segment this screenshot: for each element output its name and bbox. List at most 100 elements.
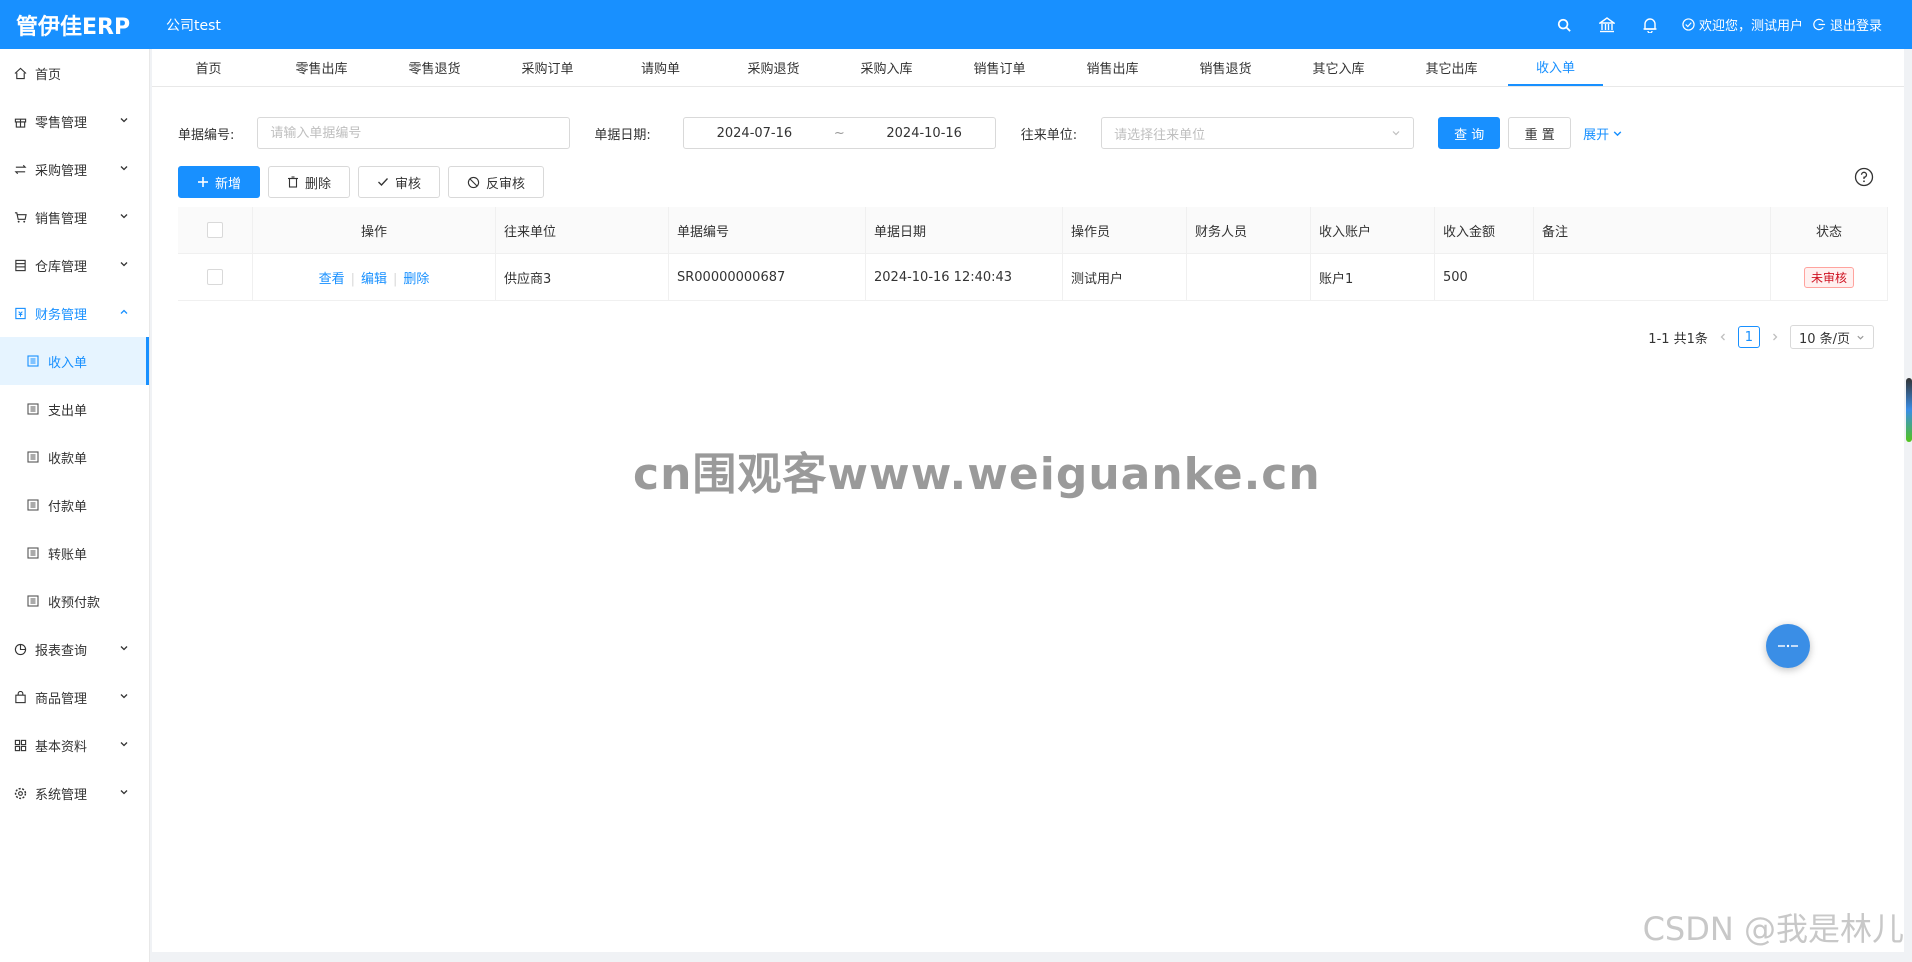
chevron-left-icon[interactable] [1718, 332, 1728, 342]
col-partner: 往来单位 [495, 207, 669, 254]
action-toolbar: 新增 删除 审核 反审核 [178, 166, 544, 198]
page-size-label: 10 条/页 [1798, 331, 1850, 347]
document-icon [25, 353, 41, 369]
tab-purchase-in[interactable]: 采购入库 [830, 49, 943, 86]
trash-icon [287, 176, 298, 188]
tab-retail-return[interactable]: 零售退货 [378, 49, 491, 86]
sidebar-item-finance[interactable]: 财务管理 [0, 289, 149, 337]
date-range-picker[interactable]: 2024-07-16 ~ 2024-10-16 [682, 117, 996, 149]
tab-sales-return[interactable]: 销售退货 [1169, 49, 1282, 86]
row-account: 账户1 [1310, 253, 1435, 301]
tab-retail-out[interactable]: 零售出库 [265, 49, 378, 86]
sidebar-item-products[interactable]: 商品管理 [0, 673, 149, 721]
tab-home[interactable]: 首页 [152, 49, 265, 86]
money-icon [12, 305, 28, 321]
date-separator: ~ [833, 125, 845, 141]
tab-other-out[interactable]: 其它出库 [1395, 49, 1508, 86]
bill-no-input[interactable] [257, 117, 571, 149]
logout-button[interactable]: 退出登录 [1813, 15, 1882, 34]
document-icon [25, 449, 41, 465]
delete-link[interactable]: 删除 [403, 272, 429, 287]
select-all-cell [178, 207, 253, 254]
tab-purchase-order[interactable]: 采购订单 [491, 49, 604, 86]
sidebar-item-purchase[interactable]: 采购管理 [0, 145, 149, 193]
pagination: 1-1 共1条 1 10 条/页 [1648, 325, 1874, 349]
sidebar-item-basic[interactable]: 基本资料 [0, 721, 149, 769]
row-ops-cell: 查看 | 编辑 | 删除 [252, 253, 496, 301]
edit-link[interactable]: 编辑 [361, 272, 387, 287]
sidebar-sub-advance[interactable]: 收预付款 [0, 577, 149, 625]
dots-icon [1778, 644, 1798, 648]
chevron-right-icon[interactable] [1770, 332, 1780, 342]
sidebar-item-label: 系统管理 [35, 787, 88, 803]
income-table: 操作 往来单位 单据编号 单据日期 操作员 财务人员 收入账户 收入金额 备注 … [178, 207, 1888, 301]
sidebar-sub-label: 转账单 [48, 547, 88, 563]
date-end: 2024-10-16 [886, 125, 962, 141]
notification-button[interactable] [1629, 17, 1672, 33]
sidebar-sub-income[interactable]: 收入单 [0, 337, 149, 385]
row-checkbox[interactable] [207, 269, 223, 285]
col-remark: 备注 [1533, 207, 1771, 254]
row-bill-no: SR00000000687 [668, 253, 866, 301]
add-button[interactable]: 新增 [178, 166, 260, 198]
stop-icon [467, 176, 480, 188]
row-partner: 供应商3 [495, 253, 669, 301]
sidebar-item-system[interactable]: 系统管理 [0, 769, 149, 817]
help-icon[interactable] [1854, 167, 1874, 187]
tab-income[interactable]: 收入单 [1508, 49, 1604, 86]
tab-sales-order[interactable]: 销售订单 [943, 49, 1056, 86]
sidebar-item-reports[interactable]: 报表查询 [0, 625, 149, 673]
audit-button[interactable]: 审核 [358, 166, 440, 198]
view-link[interactable]: 查看 [319, 272, 345, 287]
unaudit-button[interactable]: 反审核 [448, 166, 544, 198]
sidebar-sub-payment[interactable]: 付款单 [0, 481, 149, 529]
partner-select[interactable]: 请选择往来单位 [1101, 117, 1415, 149]
sidebar-item-retail[interactable]: 零售管理 [0, 97, 149, 145]
sidebar-sub-label: 收预付款 [48, 595, 101, 611]
sidebar-item-label: 基本资料 [35, 739, 88, 755]
status-badge: 未审核 [1803, 266, 1854, 288]
date-start: 2024-07-16 [716, 125, 793, 141]
sidebar-item-home[interactable]: 首页 [0, 49, 149, 97]
row-date: 2024-10-16 12:40:43 [865, 253, 1063, 301]
top-header: 管伊佳ERP 公司test 欢迎您，测试用户 退出登录 [0, 0, 1912, 49]
user-welcome[interactable]: 欢迎您，测试用户 [1682, 15, 1803, 34]
floating-assistant-button[interactable] [1766, 624, 1810, 668]
query-button[interactable]: 查 询 [1438, 117, 1501, 149]
sidebar-item-sales[interactable]: 销售管理 [0, 193, 149, 241]
expand-link[interactable]: 展开 [1583, 124, 1623, 143]
tab-other-in[interactable]: 其它入库 [1282, 49, 1395, 86]
bank-icon [1599, 16, 1616, 32]
grid-icon [12, 737, 28, 753]
cart-icon [12, 209, 28, 225]
delete-label: 删除 [304, 176, 331, 192]
side-scroll-indicator[interactable] [1906, 378, 1912, 442]
page-size-select[interactable]: 10 条/页 [1789, 325, 1874, 349]
sidebar-item-warehouse[interactable]: 仓库管理 [0, 241, 149, 289]
search-button[interactable] [1543, 18, 1586, 32]
tab-purchase-request[interactable]: 请购单 [604, 49, 717, 86]
document-icon [25, 593, 41, 609]
delete-button[interactable]: 删除 [268, 166, 350, 198]
check-circle-icon [1682, 18, 1695, 31]
tab-bar: 首页 零售出库 零售退货 采购订单 请购单 采购退货 采购入库 销售订单 销售出… [152, 49, 1904, 87]
document-icon [25, 545, 41, 561]
sidebar-sub-receipt[interactable]: 收款单 [0, 433, 149, 481]
tab-purchase-return[interactable]: 采购退货 [717, 49, 830, 86]
page-number[interactable]: 1 [1737, 326, 1760, 348]
sidebar-sub-transfer[interactable]: 转账单 [0, 529, 149, 577]
select-all-checkbox[interactable] [207, 222, 223, 238]
sidebar-sub-expense[interactable]: 支出单 [0, 385, 149, 433]
expand-text: 展开 [1583, 127, 1610, 143]
reset-button[interactable]: 重 置 [1508, 117, 1572, 149]
col-amount: 收入金额 [1434, 207, 1534, 254]
chevron-down-icon [120, 646, 128, 651]
sidebar-sub-label: 收入单 [48, 355, 88, 371]
bank-button[interactable] [1586, 16, 1629, 33]
welcome-text: 欢迎您，测试用户 [1698, 19, 1803, 34]
pagination-summary: 1-1 共1条 [1648, 331, 1708, 347]
header-actions: 欢迎您，测试用户 退出登录 [1543, 0, 1882, 49]
tab-sales-out[interactable]: 销售出库 [1056, 49, 1169, 86]
chevron-down-icon [1613, 130, 1622, 136]
row-status-cell: 未审核 [1770, 253, 1888, 301]
